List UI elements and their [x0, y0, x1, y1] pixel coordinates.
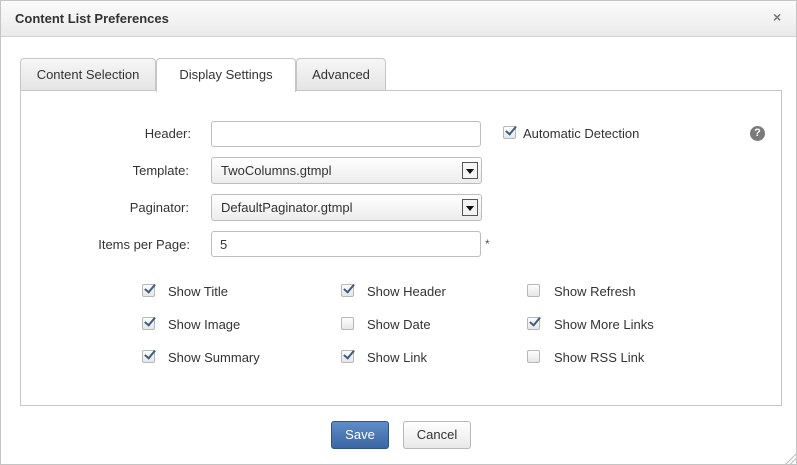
paginator-select-value: DefaultPaginator.gtmpl — [221, 200, 353, 215]
close-icon[interactable]: × — [773, 9, 787, 25]
show-summary-label: Show Summary — [168, 350, 260, 365]
chevron-down-icon[interactable] — [462, 162, 478, 179]
show-link-checkbox[interactable] — [341, 350, 354, 363]
dialog-title: Content List Preferences — [15, 11, 169, 26]
content-list-preferences-dialog: Content List Preferences × Content Selec… — [0, 0, 797, 465]
show-refresh-label: Show Refresh — [554, 284, 636, 299]
resize-grip-icon[interactable] — [784, 452, 796, 464]
automatic-detection-label: Automatic Detection — [523, 126, 640, 141]
tab-display-settings[interactable]: Display Settings — [156, 58, 296, 92]
show-date-checkbox[interactable] — [341, 317, 354, 330]
paginator-select[interactable]: DefaultPaginator.gtmpl — [211, 194, 482, 221]
template-label: Template: — [132, 163, 189, 178]
dialog-titlebar[interactable]: Content List Preferences × — [1, 1, 796, 37]
template-select[interactable]: TwoColumns.gtmpl — [211, 157, 482, 184]
show-image-label: Show Image — [168, 317, 241, 332]
save-button[interactable]: Save — [331, 421, 389, 449]
show-summary-checkbox[interactable] — [142, 350, 155, 363]
show-title-checkbox[interactable] — [142, 284, 155, 297]
header-input[interactable] — [211, 121, 481, 147]
show-date-label: Show Date — [367, 317, 431, 332]
show-rss-link-label: Show RSS Link — [554, 350, 645, 365]
cancel-button[interactable]: Cancel — [403, 421, 471, 449]
show-title-label: Show Title — [168, 284, 228, 299]
items-per-page-label: Items per Page: — [98, 237, 190, 252]
header-label: Header: — [144, 126, 191, 141]
show-link-label: Show Link — [367, 350, 427, 365]
paginator-label: Paginator: — [129, 200, 189, 215]
required-mark: * — [485, 237, 490, 251]
show-more-links-checkbox[interactable] — [527, 317, 540, 330]
show-rss-link-checkbox[interactable] — [527, 350, 540, 363]
show-header-label: Show Header — [367, 284, 446, 299]
items-per-page-input[interactable] — [211, 231, 481, 257]
show-more-links-label: Show More Links — [554, 317, 654, 332]
show-header-checkbox[interactable] — [341, 284, 354, 297]
show-refresh-checkbox[interactable] — [527, 284, 540, 297]
show-image-checkbox[interactable] — [142, 317, 155, 330]
chevron-down-icon[interactable] — [462, 199, 478, 216]
help-icon[interactable]: ? — [750, 126, 765, 141]
tab-content-selection[interactable]: Content Selection — [20, 58, 156, 91]
template-select-value: TwoColumns.gtmpl — [221, 163, 332, 178]
automatic-detection-checkbox[interactable] — [503, 126, 516, 139]
tab-advanced[interactable]: Advanced — [296, 58, 386, 91]
